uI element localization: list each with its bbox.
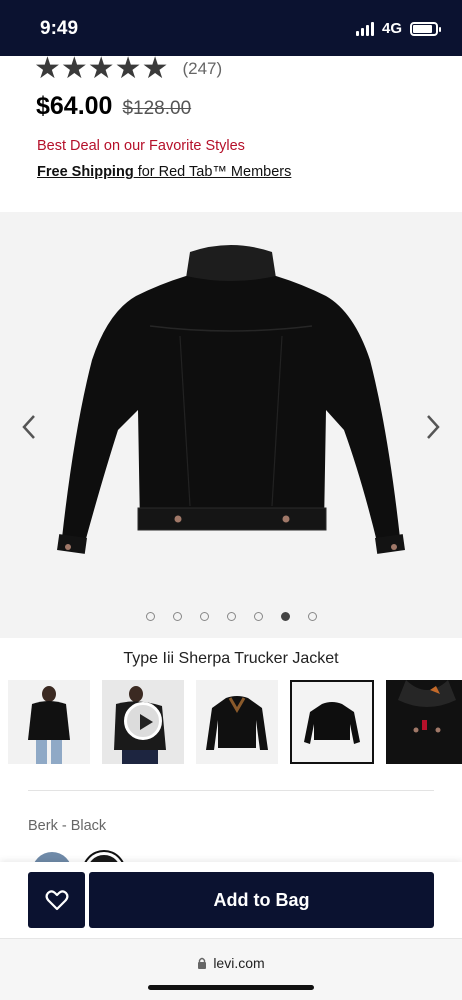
wishlist-button[interactable] <box>28 872 85 928</box>
sale-price: $64.00 <box>36 92 113 120</box>
battery-icon <box>410 21 441 36</box>
heart-icon <box>45 890 68 911</box>
carousel-dot[interactable] <box>199 612 209 621</box>
price-row: $64.00 $128.00 <box>36 92 191 121</box>
signal-icon <box>355 21 374 36</box>
browser-url-bar[interactable]: levi.com <box>0 938 462 1000</box>
play-icon[interactable] <box>124 702 162 740</box>
home-indicator[interactable] <box>148 985 314 990</box>
color-label: Berk - Black <box>28 818 107 834</box>
carousel-dot[interactable] <box>280 612 290 621</box>
carousel-dots[interactable] <box>0 612 462 621</box>
lock-icon <box>198 957 207 969</box>
bottom-action-bar: Add to Bag levi.com <box>0 862 462 1000</box>
deal-text: Best Deal on our Favorite Styles <box>37 138 245 154</box>
thumbnail-model-back[interactable] <box>8 680 90 764</box>
add-to-bag-button[interactable]: Add to Bag <box>89 872 434 928</box>
chevron-left-icon[interactable] <box>18 412 42 442</box>
url-text[interactable]: levi.com <box>213 955 264 971</box>
shipping-link[interactable]: Free Shipping for Red Tab™ Members <box>37 164 291 180</box>
thumbnail-back[interactable] <box>290 680 374 764</box>
battery-fill <box>413 24 432 33</box>
carousel-dot[interactable] <box>307 612 317 621</box>
thumbnail-video[interactable] <box>102 680 184 764</box>
rating-stars: ★★★★★ <box>34 52 169 85</box>
carousel-dot[interactable] <box>253 612 263 621</box>
original-price: $128.00 <box>122 98 192 119</box>
carousel-dot[interactable] <box>172 612 182 621</box>
thumbnail-detail[interactable] <box>386 680 462 764</box>
thumbnail-front[interactable] <box>196 680 278 764</box>
product-image-carousel[interactable] <box>0 212 462 638</box>
status-icons: 4G <box>355 20 441 37</box>
chevron-right-icon[interactable] <box>420 412 444 442</box>
status-time: 9:49 <box>40 18 79 39</box>
divider <box>28 790 434 791</box>
product-name: Type Iii Sherpa Trucker Jacket <box>123 650 339 667</box>
jacket-image <box>57 245 405 554</box>
rating-count[interactable]: (247) <box>182 59 222 79</box>
carousel-dot[interactable] <box>145 612 155 621</box>
product-page: 9:49 4G ★★★★★ (247) $64.00 $128.00 Best … <box>0 0 462 1000</box>
thumbnail-strip[interactable] <box>8 680 462 764</box>
rating[interactable]: ★★★★★ (247) <box>34 54 222 84</box>
shipping-rest[interactable]: for Red Tab™ Members <box>134 164 292 180</box>
status-bar: 9:49 4G <box>0 0 462 56</box>
carousel-dot[interactable] <box>226 612 236 621</box>
network-label: 4G <box>381 20 402 37</box>
shipping-bold[interactable]: Free Shipping <box>37 164 134 180</box>
url-display[interactable]: levi.com <box>0 955 462 971</box>
